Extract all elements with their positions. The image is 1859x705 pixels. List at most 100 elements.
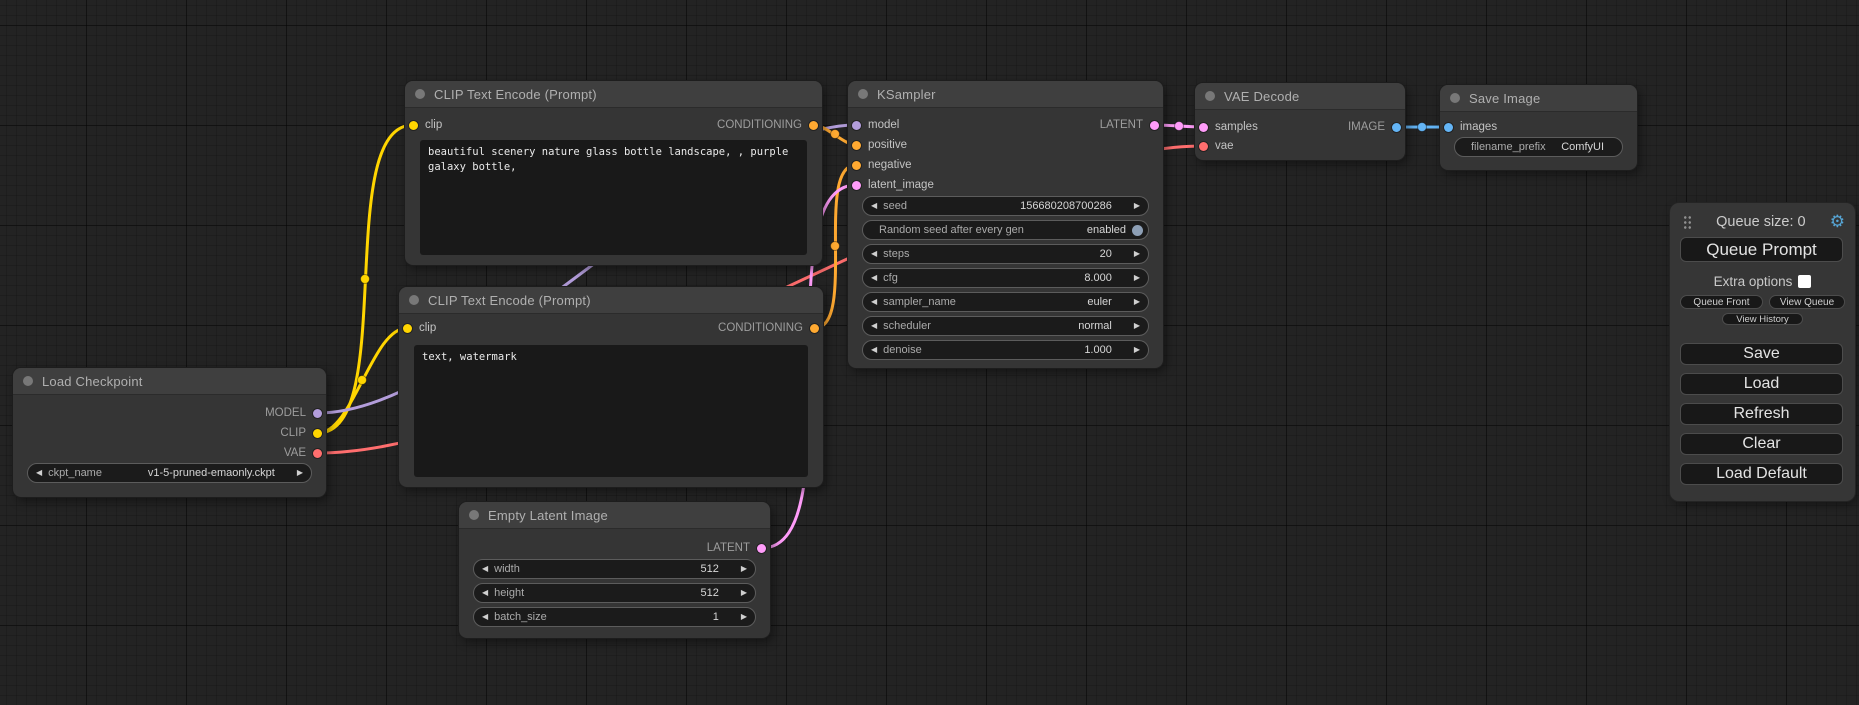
ckpt-name-widget[interactable]: ◀ ckpt_name v1-5-pruned-emaonly.ckpt ▶	[27, 463, 312, 483]
view-queue-button[interactable]: View Queue	[1769, 295, 1845, 309]
link-dot	[1175, 122, 1184, 131]
load-button[interactable]: Load	[1680, 373, 1843, 395]
node-title-bar[interactable]: Empty Latent Image	[459, 502, 770, 529]
positive-input-port[interactable]	[852, 141, 861, 150]
prompt-textarea[interactable]: beautiful scenery nature glass bottle la…	[420, 140, 807, 255]
denoise-widget[interactable]: ◀ denoise 1.000 ▶	[862, 340, 1149, 360]
collapse-dot-icon[interactable]	[415, 89, 425, 99]
load-default-button[interactable]: Load Default	[1680, 463, 1843, 485]
arrow-right-icon[interactable]: ▶	[1134, 274, 1140, 282]
node-title-bar[interactable]: CLIP Text Encode (Prompt)	[405, 81, 822, 108]
link-dot	[831, 242, 840, 251]
collapse-dot-icon[interactable]	[23, 376, 33, 386]
model-output-port[interactable]	[313, 409, 322, 418]
view-history-button[interactable]: View History	[1722, 313, 1803, 325]
random-seed-toggle-widget[interactable]: Random seed after every gen enabled	[862, 220, 1149, 240]
prompt-textarea[interactable]: text, watermark	[414, 345, 808, 477]
extra-options-checkbox[interactable]	[1798, 275, 1811, 288]
node-title-bar[interactable]: Save Image	[1440, 85, 1637, 112]
save-button[interactable]: Save	[1680, 343, 1843, 365]
arrow-right-icon[interactable]: ▶	[1134, 346, 1140, 354]
node-empty-latent-image[interactable]: Empty Latent Image LATENT ◀ width 512 ▶ …	[459, 502, 770, 638]
seed-widget[interactable]: ◀ seed 156680208700286 ▶	[862, 196, 1149, 216]
sampler-name-widget[interactable]: ◀ sampler_name euler ▶	[862, 292, 1149, 312]
arrow-right-icon[interactable]: ▶	[1134, 250, 1140, 258]
arrow-left-icon[interactable]: ◀	[482, 613, 488, 621]
steps-widget[interactable]: ◀ steps 20 ▶	[862, 244, 1149, 264]
collapse-dot-icon[interactable]	[1450, 93, 1460, 103]
arrow-left-icon[interactable]: ◀	[36, 469, 42, 477]
arrow-right-icon[interactable]: ▶	[741, 613, 747, 621]
arrow-right-icon[interactable]: ▶	[741, 565, 747, 573]
link-dot	[1418, 123, 1427, 132]
arrow-left-icon[interactable]: ◀	[482, 565, 488, 573]
arrow-right-icon[interactable]: ▶	[1134, 298, 1140, 306]
output-conditioning: CONDITIONING	[718, 318, 819, 338]
collapse-dot-icon[interactable]	[469, 510, 479, 520]
batch-size-widget[interactable]: ◀ batch_size 1 ▶	[473, 607, 756, 627]
node-title: Empty Latent Image	[488, 508, 608, 523]
model-input-port[interactable]	[852, 121, 861, 130]
width-widget[interactable]: ◀ width 512 ▶	[473, 559, 756, 579]
link-dot	[358, 376, 367, 385]
collapse-dot-icon[interactable]	[1205, 91, 1215, 101]
arrow-left-icon[interactable]: ◀	[871, 298, 877, 306]
node-save-image[interactable]: Save Image images filename_prefix ComfyU…	[1440, 85, 1637, 170]
gear-icon[interactable]: ⚙	[1830, 214, 1845, 231]
cfg-widget[interactable]: ◀ cfg 8.000 ▶	[862, 268, 1149, 288]
node-title-bar[interactable]: Load Checkpoint	[13, 368, 326, 395]
clip-input-port[interactable]	[403, 324, 412, 333]
queue-prompt-button[interactable]: Queue Prompt	[1680, 237, 1843, 262]
samples-input-port[interactable]	[1199, 123, 1208, 132]
image-output-port[interactable]	[1392, 123, 1401, 132]
node-title-bar[interactable]: KSampler	[848, 81, 1163, 108]
collapse-dot-icon[interactable]	[858, 89, 868, 99]
drag-handle-icon[interactable]	[1683, 215, 1692, 230]
node-clip-text-encode-negative[interactable]: CLIP Text Encode (Prompt) clip CONDITION…	[399, 287, 823, 487]
vae-input-port[interactable]	[1199, 142, 1208, 151]
output-latent: LATENT	[1100, 115, 1159, 135]
clip-output-port[interactable]	[313, 429, 322, 438]
images-input-port[interactable]	[1444, 123, 1453, 132]
refresh-button[interactable]: Refresh	[1680, 403, 1843, 425]
queue-panel: Queue size: 0 ⚙ Queue Prompt Extra optio…	[1670, 203, 1855, 501]
node-vae-decode[interactable]: VAE Decode samples vae IMAGE	[1195, 83, 1405, 160]
node-title-bar[interactable]: CLIP Text Encode (Prompt)	[399, 287, 823, 314]
arrow-right-icon[interactable]: ▶	[297, 469, 303, 477]
arrow-right-icon[interactable]: ▶	[1134, 202, 1140, 210]
collapse-dot-icon[interactable]	[409, 295, 419, 305]
node-title-bar[interactable]: VAE Decode	[1195, 83, 1405, 110]
arrow-left-icon[interactable]: ◀	[871, 322, 877, 330]
node-title: Save Image	[1469, 91, 1540, 106]
input-samples: samples	[1199, 117, 1258, 137]
filename-prefix-widget[interactable]: filename_prefix ComfyUI	[1454, 137, 1623, 157]
output-vae: VAE	[284, 443, 322, 463]
arrow-left-icon[interactable]: ◀	[871, 346, 877, 354]
negative-input-port[interactable]	[852, 161, 861, 170]
toggle-knob[interactable]	[1132, 225, 1143, 236]
node-title: KSampler	[877, 87, 936, 102]
arrow-right-icon[interactable]: ▶	[1134, 322, 1140, 330]
clip-input-port[interactable]	[409, 121, 418, 130]
node-ksampler[interactable]: KSampler model positive negative latent_…	[848, 81, 1163, 368]
arrow-left-icon[interactable]: ◀	[871, 274, 877, 282]
node-load-checkpoint[interactable]: Load Checkpoint MODEL CLIP VAE ◀ ckpt_na…	[13, 368, 326, 497]
node-clip-text-encode-positive[interactable]: CLIP Text Encode (Prompt) clip CONDITION…	[405, 81, 822, 265]
height-widget[interactable]: ◀ height 512 ▶	[473, 583, 756, 603]
arrow-left-icon[interactable]: ◀	[871, 202, 877, 210]
queue-front-button[interactable]: Queue Front	[1680, 295, 1763, 309]
queue-size-label: Queue size: 0	[1692, 214, 1830, 230]
output-model: MODEL	[265, 403, 322, 423]
conditioning-output-port[interactable]	[810, 324, 819, 333]
arrow-left-icon[interactable]: ◀	[482, 589, 488, 597]
arrow-left-icon[interactable]: ◀	[871, 250, 877, 258]
arrow-right-icon[interactable]: ▶	[741, 589, 747, 597]
latent-output-port[interactable]	[1150, 121, 1159, 130]
latent-input-port[interactable]	[852, 181, 861, 190]
clear-button[interactable]: Clear	[1680, 433, 1843, 455]
conditioning-output-port[interactable]	[809, 121, 818, 130]
input-clip: clip	[409, 115, 442, 135]
latent-output-port[interactable]	[757, 544, 766, 553]
vae-output-port[interactable]	[313, 449, 322, 458]
scheduler-widget[interactable]: ◀ scheduler normal ▶	[862, 316, 1149, 336]
